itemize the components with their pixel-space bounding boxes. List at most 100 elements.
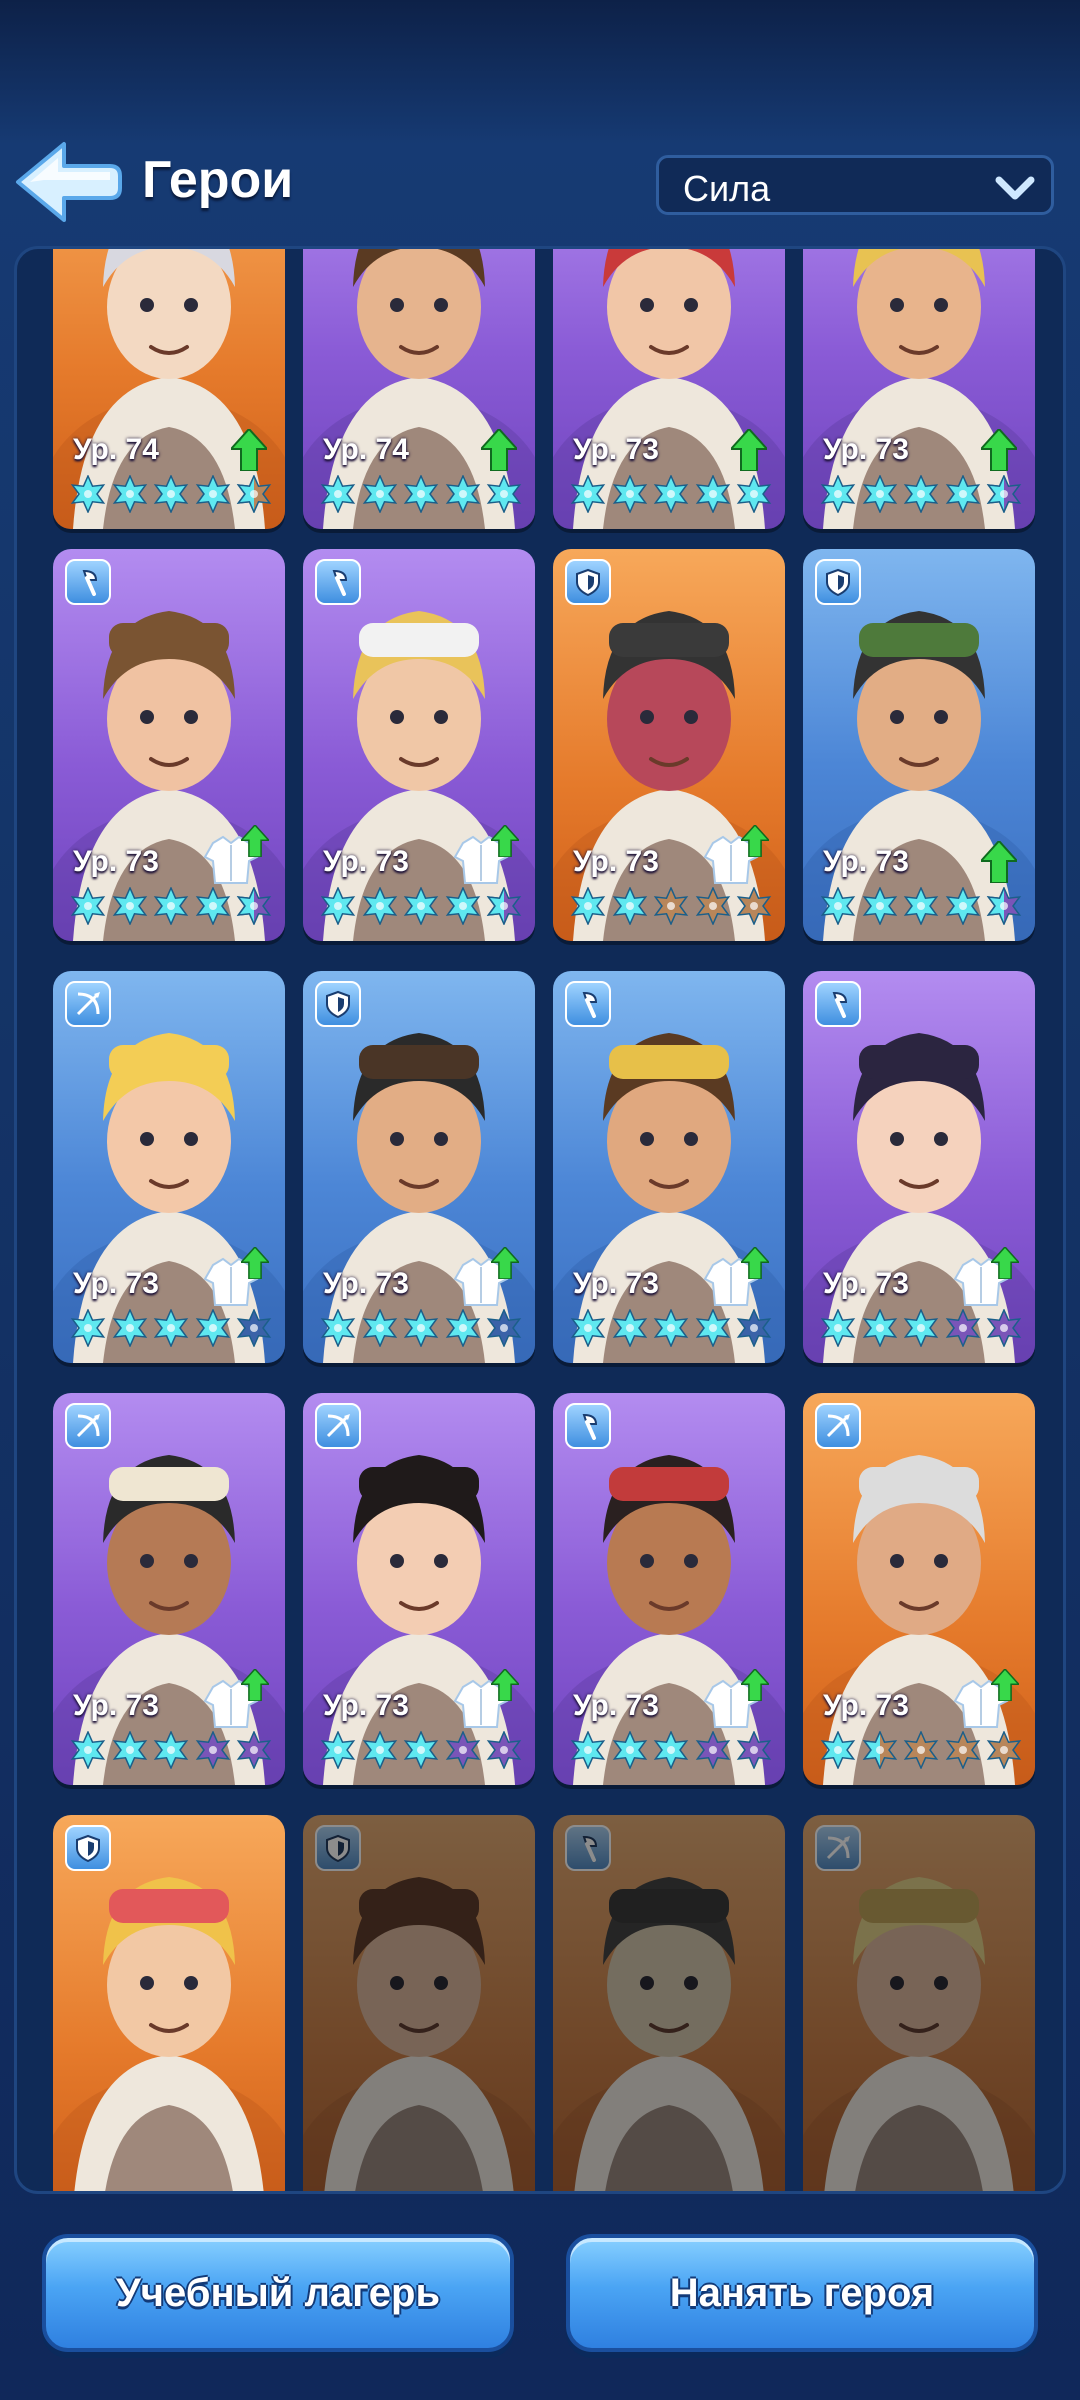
hero-card[interactable]: Ур. 73 <box>803 1393 1035 1785</box>
shield-role-icon <box>315 1825 361 1871</box>
back-arrow-icon <box>16 142 122 222</box>
hero-card[interactable]: Ур. 73 <box>803 249 1035 529</box>
star-icon <box>112 475 147 513</box>
star-icon <box>986 1731 1022 1769</box>
star-icon <box>986 887 1022 925</box>
star-rating <box>569 1309 773 1349</box>
star-icon <box>862 475 897 513</box>
hero-card[interactable]: Ур. 74 <box>53 249 285 529</box>
hero-card[interactable]: Ур. 73 <box>553 1393 785 1785</box>
star-rating <box>819 1309 1023 1349</box>
axe-role-icon <box>565 1825 611 1871</box>
star-icon <box>236 475 272 513</box>
hero-card[interactable] <box>803 1815 1035 2191</box>
hero-card[interactable]: Ур. 73 <box>803 971 1035 1363</box>
hero-card[interactable]: Ур. 73 <box>53 549 285 941</box>
hero-level: Ур. 73 <box>823 845 909 878</box>
star-icon <box>486 887 522 925</box>
star-icon <box>445 1309 480 1347</box>
star-icon <box>736 887 772 925</box>
star-icon <box>945 1731 980 1769</box>
star-icon <box>570 887 606 925</box>
hero-level: Ур. 74 <box>323 433 409 466</box>
star-icon <box>862 1309 897 1347</box>
back-button[interactable] <box>14 140 124 224</box>
hero-card[interactable]: Ур. 74 <box>303 249 535 529</box>
hero-level: Ур. 73 <box>573 433 659 466</box>
gear-upgrade-icon <box>453 1247 519 1307</box>
hero-card[interactable] <box>303 1815 535 2191</box>
bow-role-icon <box>315 1403 361 1449</box>
hero-card[interactable]: Ур. 73 <box>553 549 785 941</box>
hero-card[interactable]: Ур. 73 <box>553 971 785 1363</box>
axe-role-icon <box>315 559 361 605</box>
hero-card[interactable]: Ур. 73 <box>53 971 285 1363</box>
hero-portrait <box>803 1877 1035 2191</box>
star-icon <box>445 475 480 513</box>
header: Герои Сила <box>0 0 1080 240</box>
star-icon <box>570 1309 606 1347</box>
hero-level: Ур. 73 <box>823 433 909 466</box>
star-icon <box>70 1731 106 1769</box>
hero-card[interactable] <box>553 1815 785 2191</box>
hero-card[interactable] <box>53 1815 285 2191</box>
upgrade-arrow-icon <box>991 1669 1019 1701</box>
star-icon <box>486 1309 522 1347</box>
star-icon <box>403 1309 439 1347</box>
hero-card[interactable]: Ур. 73 <box>803 549 1035 941</box>
star-icon <box>403 887 439 925</box>
hero-level: Ур. 73 <box>323 1267 409 1300</box>
star-icon <box>986 1309 1022 1347</box>
gear-upgrade-icon <box>703 825 769 885</box>
upgrade-arrow-icon <box>241 1669 269 1701</box>
hero-card[interactable]: Ур. 73 <box>303 1393 535 1785</box>
star-rating <box>69 887 273 927</box>
sort-dropdown[interactable]: Сила <box>656 155 1054 215</box>
gear-upgrade-icon <box>453 1669 519 1729</box>
hero-level: Ур. 73 <box>323 845 409 878</box>
upgrade-arrow-icon <box>491 1247 519 1279</box>
star-icon <box>70 1309 106 1347</box>
star-icon <box>612 475 647 513</box>
shield-role-icon <box>815 559 861 605</box>
hero-portrait <box>303 1877 535 2191</box>
star-rating <box>69 1731 273 1771</box>
star-icon <box>112 1309 147 1347</box>
upgrade-arrow-icon <box>231 429 267 471</box>
star-icon <box>153 475 189 513</box>
star-icon <box>736 1731 772 1769</box>
axe-role-icon <box>815 981 861 1027</box>
star-rating <box>569 1731 773 1771</box>
page-title: Герои <box>142 151 294 209</box>
upgrade-arrow-icon <box>741 1669 769 1701</box>
hero-list-panel[interactable]: Ур. 74 Ур. 74 Ур. 73 Ур. 73 Ур. 73 Ур. 7… <box>14 246 1066 2194</box>
upgrade-arrow-icon <box>241 1247 269 1279</box>
hire-hero-button[interactable]: Нанять героя <box>566 2234 1038 2352</box>
upgrade-arrow-icon <box>991 1247 1019 1279</box>
hero-level: Ур. 73 <box>73 1689 159 1722</box>
star-icon <box>736 475 772 513</box>
star-icon <box>486 1731 522 1769</box>
star-icon <box>320 475 356 513</box>
star-rating <box>569 887 773 927</box>
gear-upgrade-icon <box>203 825 269 885</box>
star-icon <box>195 475 230 513</box>
hero-level: Ур. 73 <box>73 1267 159 1300</box>
hero-card[interactable]: Ур. 73 <box>553 249 785 529</box>
star-icon <box>653 887 689 925</box>
hero-level: Ур. 73 <box>573 1689 659 1722</box>
hero-card[interactable]: Ур. 73 <box>53 1393 285 1785</box>
gear-upgrade-icon <box>453 825 519 885</box>
upgrade-arrow-icon <box>491 825 519 857</box>
star-icon <box>736 1309 772 1347</box>
hero-card[interactable]: Ур. 73 <box>303 971 535 1363</box>
star-icon <box>362 475 397 513</box>
star-icon <box>195 1731 230 1769</box>
star-icon <box>362 887 397 925</box>
hero-level: Ур. 73 <box>823 1689 909 1722</box>
training-camp-button[interactable]: Учебный лагерь <box>42 2234 514 2352</box>
star-icon <box>195 1309 230 1347</box>
gear-upgrade-icon <box>203 1669 269 1729</box>
star-icon <box>153 887 189 925</box>
hero-card[interactable]: Ур. 73 <box>303 549 535 941</box>
